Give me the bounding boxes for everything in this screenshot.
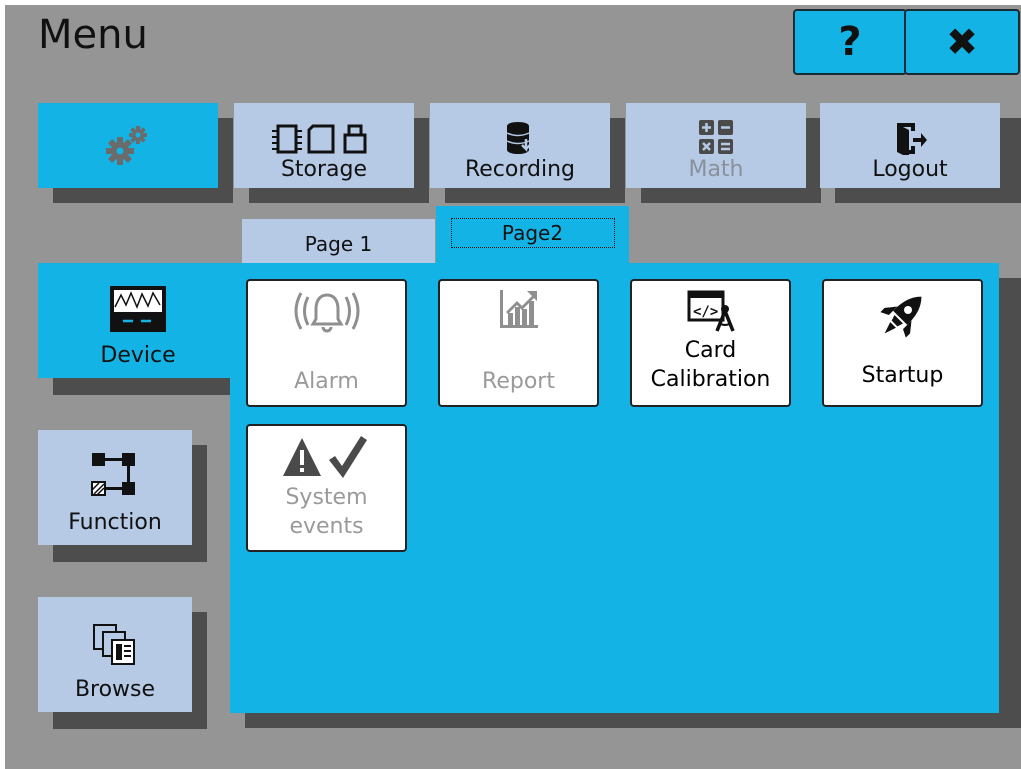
settings-button[interactable] xyxy=(38,103,218,188)
help-button[interactable]: ? xyxy=(793,9,907,75)
startup-tile-label: Startup xyxy=(861,363,944,389)
storage-icon xyxy=(272,124,367,154)
code-compass-icon: </> xyxy=(687,290,735,332)
storage-label: Storage xyxy=(280,157,368,182)
card-calibration-label-line1: Card xyxy=(684,338,737,363)
math-button[interactable]: Math xyxy=(626,103,806,188)
report-tile[interactable]: Report xyxy=(438,279,599,407)
report-chart-icon xyxy=(499,290,538,328)
close-icon: ✖ xyxy=(946,20,978,64)
tab-page-1-label: Page 1 xyxy=(304,232,373,256)
close-button[interactable]: ✖ xyxy=(904,9,1020,75)
database-icon xyxy=(506,122,531,154)
storage-button[interactable]: Storage xyxy=(234,103,414,188)
system-events-label-line2: events xyxy=(289,513,364,539)
card-calibration-tile[interactable]: </> Card Calibration xyxy=(630,279,791,407)
card-calibration-label-line2: Calibration xyxy=(650,366,771,392)
system-events-tile[interactable]: System events xyxy=(246,424,407,552)
calculator-icon xyxy=(699,120,733,154)
help-icon: ? xyxy=(838,19,862,65)
gears-icon xyxy=(106,125,147,165)
warning-check-icon xyxy=(282,436,367,478)
logout-icon xyxy=(897,123,927,155)
alarm-tile[interactable]: Alarm xyxy=(246,279,407,407)
sidebar-item-device-label: Device xyxy=(100,343,176,368)
rocket-icon xyxy=(879,296,921,338)
waveform-monitor-icon xyxy=(110,286,166,332)
alarm-bell-icon xyxy=(294,292,359,333)
browse-pages-icon xyxy=(93,624,135,665)
recording-label: Recording xyxy=(464,157,576,182)
startup-tile[interactable]: Startup xyxy=(822,279,983,407)
sidebar-item-browse-label: Browse xyxy=(74,677,156,702)
sidebar-item-function-label: Function xyxy=(68,510,162,535)
recording-button[interactable]: Recording xyxy=(430,103,610,188)
logout-button[interactable]: Logout xyxy=(820,103,1000,188)
tab-page-2-label: Page2 xyxy=(450,218,615,248)
menu-screen: Menu ? ✖ Storage Recording Math Logout D… xyxy=(5,5,1021,769)
function-blocks-icon xyxy=(91,453,135,496)
report-tile-label: Report xyxy=(482,369,555,395)
math-label: Math xyxy=(688,157,744,182)
alarm-tile-label: Alarm xyxy=(294,369,359,395)
logout-label: Logout xyxy=(872,157,948,182)
sidebar-item-function[interactable]: Function xyxy=(38,430,192,545)
tab-page-1[interactable]: Page 1 xyxy=(242,219,435,263)
sidebar-item-browse[interactable]: Browse xyxy=(38,597,192,712)
tab-page-2[interactable]: Page2 xyxy=(436,206,629,264)
system-events-label-line1: System xyxy=(285,485,368,510)
sidebar-item-device[interactable]: Device xyxy=(38,263,238,378)
page-title: Menu xyxy=(38,12,148,58)
svg-text:</>: </> xyxy=(693,304,718,320)
